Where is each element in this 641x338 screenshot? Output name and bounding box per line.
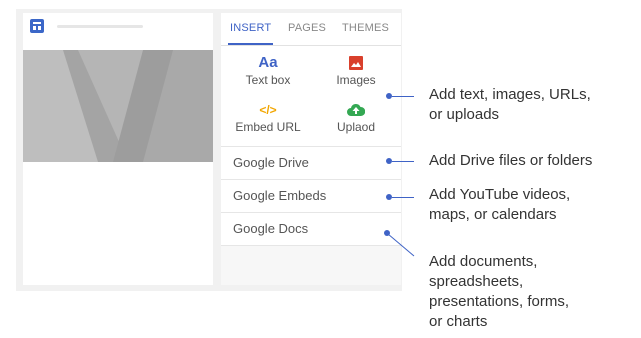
active-tab-indicator: [228, 43, 273, 45]
callout-line-embeds: [392, 197, 414, 198]
text-aa-icon: Aa: [258, 54, 278, 71]
callout-embeds-line: Add YouTube videos,: [429, 186, 571, 203]
callout-docs-line: or charts: [429, 313, 488, 330]
callout-insert-tools: Add text, images, URLs, or uploads: [429, 85, 591, 125]
site-logo-icon: [30, 19, 44, 33]
google-embeds-item[interactable]: Google Embeds: [221, 179, 401, 212]
google-embeds-label: Google Embeds: [233, 188, 327, 203]
insert-panel: INSERT PAGES THEMES Aa Text box Images <…: [221, 13, 401, 285]
site-title-placeholder: [57, 25, 143, 28]
callout-docs-line: Add documents,: [429, 253, 538, 270]
callout-docs: Add documents, spreadsheets, presentatio…: [429, 252, 569, 332]
callout-line-insert-tools: [392, 96, 414, 97]
code-icon: </>: [259, 103, 277, 117]
image-icon: [316, 53, 396, 73]
cloud-upload-icon: [316, 100, 396, 120]
tab-insert[interactable]: INSERT: [230, 22, 271, 34]
banner-image: [23, 50, 213, 162]
callout-docs-line: spreadsheets,: [429, 273, 524, 290]
google-docs-item[interactable]: Google Docs: [221, 212, 401, 246]
images-label: Images: [336, 73, 376, 87]
text-box-label: Text box: [245, 73, 291, 87]
site-preview: [23, 13, 213, 285]
callout-drive: Add Drive files or folders: [429, 151, 592, 171]
callout-docs-line: presentations, forms,: [429, 293, 570, 310]
embed-url-button[interactable]: </> Embed URL: [228, 100, 308, 134]
insert-tools-grid: Aa Text box Images </> Embed URL Uplaod: [221, 46, 401, 146]
callout-line-drive: [392, 161, 414, 162]
callout-line-docs: [387, 233, 415, 257]
tab-themes[interactable]: THEMES: [342, 22, 389, 34]
google-drive-item[interactable]: Google Drive: [221, 146, 401, 179]
tab-pages[interactable]: PAGES: [288, 22, 326, 34]
images-button[interactable]: Images: [316, 53, 396, 87]
google-docs-label: Google Docs: [233, 221, 309, 236]
callout-insert-tools-line: Add text, images, URLs,: [429, 86, 591, 103]
callout-drive-line: Add Drive files or folders: [429, 152, 593, 169]
callout-embeds: Add YouTube videos, maps, or calendars: [429, 185, 570, 225]
upload-button[interactable]: Uplaod: [316, 100, 396, 134]
callout-insert-tools-line: or uploads: [429, 106, 500, 123]
google-drive-label: Google Drive: [233, 155, 309, 170]
text-box-button[interactable]: Aa Text box: [228, 53, 308, 87]
embed-url-label: Embed URL: [235, 120, 301, 134]
upload-label: Uplaod: [336, 120, 376, 134]
callout-embeds-line: maps, or calendars: [429, 206, 557, 223]
tab-bar: INSERT PAGES THEMES: [221, 13, 401, 46]
